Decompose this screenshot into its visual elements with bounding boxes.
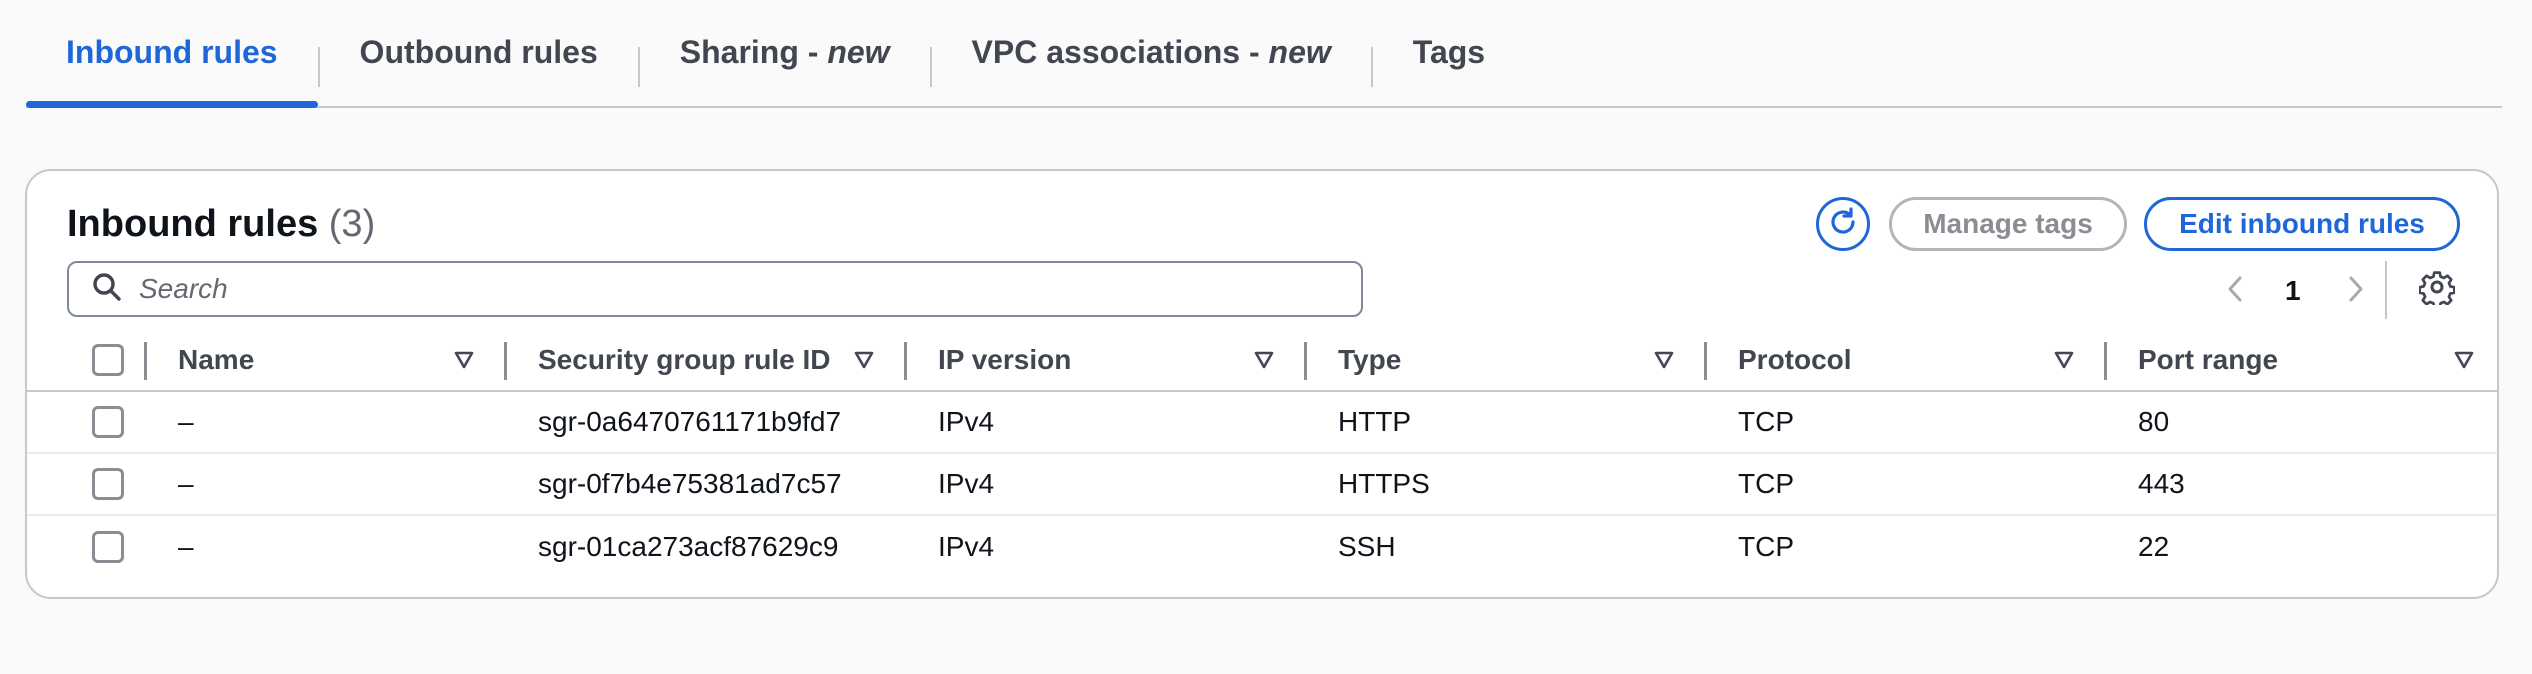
previous-page-button[interactable] <box>2223 269 2247 313</box>
column-divider[interactable] <box>2104 342 2107 380</box>
tab-tags[interactable]: Tags <box>1373 0 1525 104</box>
row-checkbox[interactable] <box>92 406 124 438</box>
sort-icon[interactable] <box>1654 350 1674 375</box>
column-divider[interactable] <box>504 342 507 380</box>
cell-protocol: TCP <box>1738 531 1794 562</box>
table-row[interactable]: – sgr-0f7b4e75381ad7c57 IPv4 HTTPS TCP 4… <box>27 454 2497 516</box>
cell-ip-version: IPv4 <box>938 531 995 562</box>
gear-icon <box>2418 269 2456 310</box>
tab-outbound-rules[interactable]: Outbound rules <box>320 0 638 104</box>
column-header-protocol[interactable]: Protocol <box>1738 330 1852 390</box>
cell-name: – <box>178 406 194 437</box>
tab-label: VPC associations - <box>971 33 1269 70</box>
column-header-name[interactable]: Name <box>178 330 254 390</box>
manage-tags-button[interactable]: Manage tags <box>1889 197 2127 251</box>
next-page-button[interactable] <box>2344 269 2368 313</box>
cell-ip-version: IPv4 <box>938 468 995 499</box>
column-header-ip-version[interactable]: IP version <box>938 330 1071 390</box>
table-preferences-button[interactable] <box>2415 267 2459 311</box>
cell-ip-version: IPv4 <box>938 406 995 437</box>
cell-protocol: TCP <box>1738 406 1794 437</box>
column-divider <box>144 342 147 380</box>
row-checkbox[interactable] <box>92 468 124 500</box>
cell-name: – <box>178 531 194 562</box>
search-input[interactable] <box>137 272 1321 306</box>
button-label: Manage tags <box>1923 208 2093 239</box>
table-header-row: Name Security group rule ID IP version T… <box>27 330 2497 392</box>
sort-icon[interactable] <box>2454 350 2474 375</box>
panel-title: Inbound rules (3) <box>67 203 375 246</box>
cell-rule-id: sgr-0a6470761171b9fd7 <box>538 406 842 437</box>
cell-protocol: TCP <box>1738 468 1794 499</box>
search-icon <box>69 271 123 308</box>
table-row[interactable]: – sgr-01ca273acf87629c9 IPv4 SSH TCP 22 <box>27 516 2497 578</box>
tab-bar: Inbound rules Outbound rules Sharing - n… <box>26 0 2502 108</box>
tab-label: Inbound rules <box>66 33 278 70</box>
rules-table: Name Security group rule ID IP version T… <box>27 330 2497 578</box>
cell-rule-id: sgr-01ca273acf87629c9 <box>538 531 839 562</box>
cell-type: HTTP <box>1338 406 1412 437</box>
column-divider[interactable] <box>904 342 907 380</box>
column-header-port-range[interactable]: Port range <box>2138 330 2278 390</box>
tab-sharing[interactable]: Sharing - new <box>640 0 930 104</box>
cell-name: – <box>178 468 194 499</box>
tab-label: Sharing - <box>679 33 828 70</box>
search-box <box>67 261 1363 317</box>
sort-icon[interactable] <box>854 350 874 375</box>
tab-vpc-associations[interactable]: VPC associations - new <box>932 0 1371 104</box>
sort-icon[interactable] <box>454 350 474 375</box>
edit-inbound-rules-button[interactable]: Edit inbound rules <box>2144 197 2460 251</box>
column-header-type[interactable]: Type <box>1338 330 1401 390</box>
tab-label: Tags <box>1412 33 1486 70</box>
button-label: Edit inbound rules <box>2179 208 2425 239</box>
panel-title-text: Inbound rules <box>67 203 319 245</box>
select-all-checkbox[interactable] <box>92 344 124 376</box>
inbound-rules-panel: Inbound rules (3) Manage tags Edit inbou… <box>25 169 2499 599</box>
cell-rule-id: sgr-0f7b4e75381ad7c57 <box>538 468 842 499</box>
cell-port-range: 80 <box>2138 406 2170 437</box>
cell-type: HTTPS <box>1338 468 1430 499</box>
new-tag: new <box>1268 33 1331 70</box>
sort-icon[interactable] <box>2054 350 2074 375</box>
chevron-right-icon <box>2344 273 2368 310</box>
sort-icon[interactable] <box>1254 350 1274 375</box>
column-header-rule-id[interactable]: Security group rule ID <box>538 330 831 390</box>
column-divider[interactable] <box>1704 342 1707 380</box>
refresh-button[interactable] <box>1816 197 1870 251</box>
rule-count: (3) <box>328 203 376 245</box>
pager-divider <box>2385 261 2387 319</box>
cell-port-range: 22 <box>2138 531 2170 562</box>
table-row[interactable]: – sgr-0a6470761171b9fd7 IPv4 HTTP TCP 80 <box>27 392 2497 454</box>
tab-inbound-rules[interactable]: Inbound rules <box>26 0 318 108</box>
refresh-icon <box>1827 206 1859 243</box>
current-page[interactable]: 1 <box>2285 269 2301 313</box>
row-checkbox[interactable] <box>92 531 124 563</box>
cell-port-range: 443 <box>2138 468 2185 499</box>
cell-type: SSH <box>1338 531 1396 562</box>
column-divider[interactable] <box>1304 342 1307 380</box>
tab-label: Outbound rules <box>359 33 598 70</box>
new-tag: new <box>827 33 890 70</box>
chevron-left-icon <box>2223 273 2247 310</box>
